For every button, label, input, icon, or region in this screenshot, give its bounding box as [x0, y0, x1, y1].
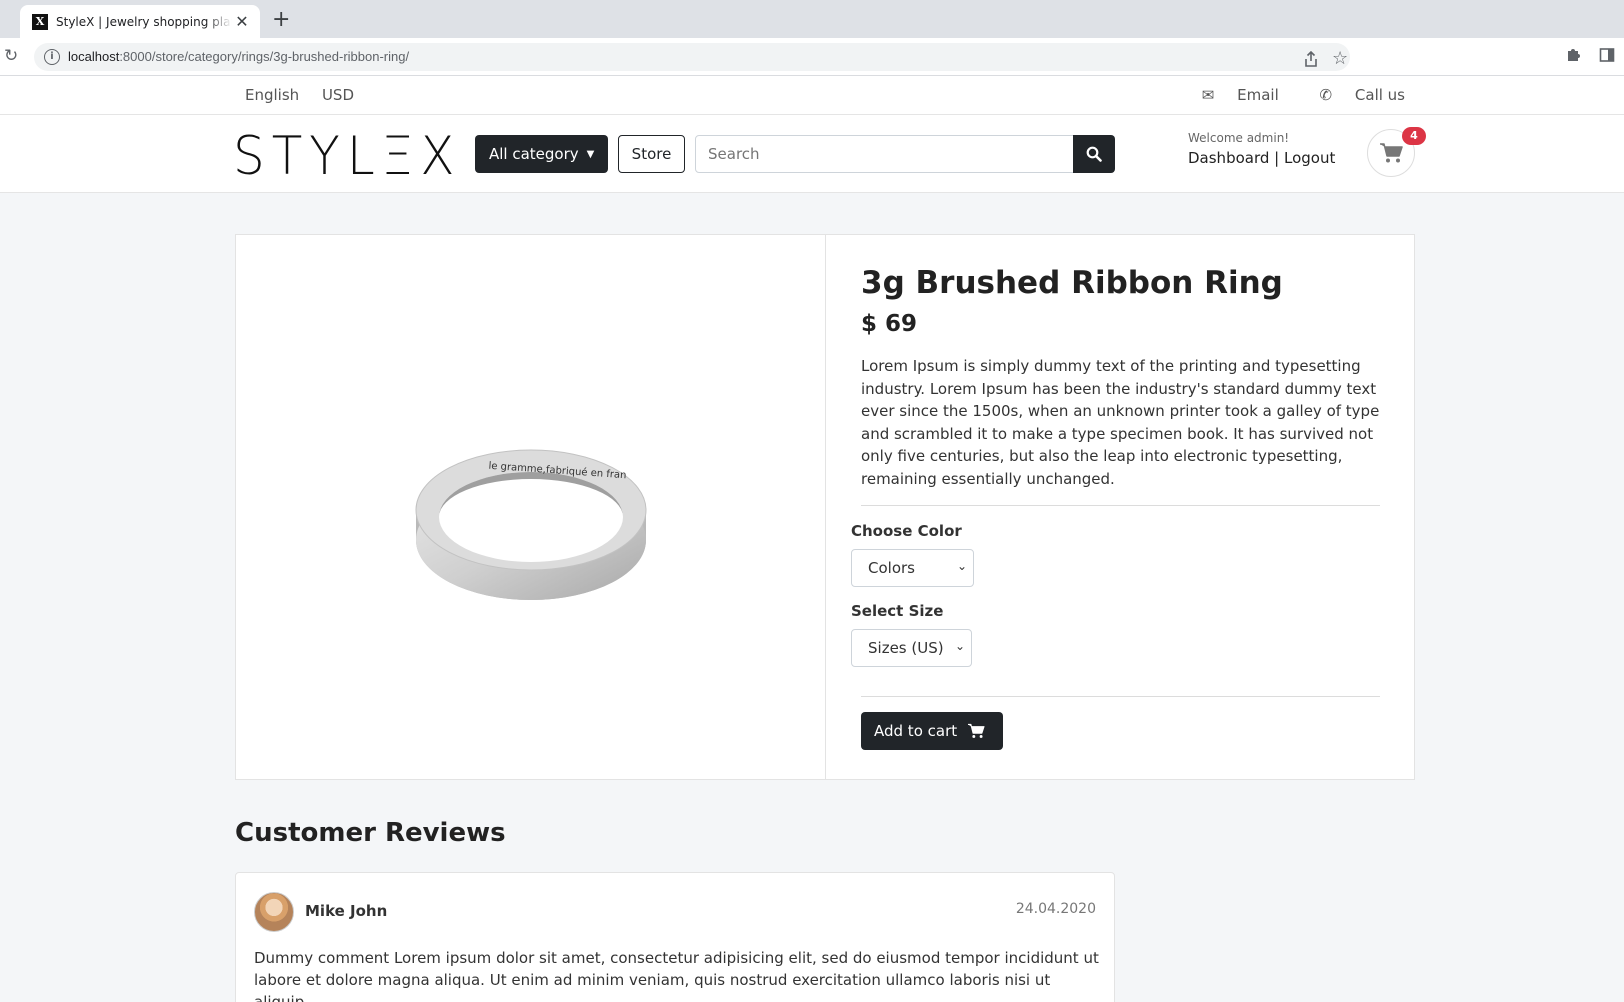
avatar: [254, 892, 294, 932]
email-link[interactable]: ✉ Email: [1184, 86, 1279, 104]
site-header: STYLΞX All category▼ Store Welcome admin…: [0, 115, 1624, 193]
browser-tab[interactable]: X StyleX | Jewelry shopping platform ✕: [20, 5, 260, 38]
reviews-heading: Customer Reviews: [235, 818, 506, 848]
phone-icon: ✆: [1319, 86, 1333, 104]
top-bar: English USD ✉ Email ✆ Call us: [0, 76, 1624, 115]
all-category-button[interactable]: All category ▼: [475, 135, 608, 173]
search-icon: [1086, 146, 1102, 162]
side-panel-icon[interactable]: [1599, 47, 1615, 67]
reload-icon[interactable]: ↻: [4, 46, 18, 66]
call-link[interactable]: ✆ Call us: [1302, 86, 1405, 104]
site-logo[interactable]: STYLΞX: [233, 126, 462, 187]
welcome-text: Welcome admin!: [1188, 131, 1290, 145]
product-description: Lorem Ipsum is simply dummy text of the …: [861, 357, 1380, 488]
review-date: 24.04.2020: [1015, 901, 1096, 917]
color-select[interactable]: Colors ⌄: [851, 549, 974, 587]
divider: [861, 505, 1380, 506]
search-input[interactable]: [695, 135, 1074, 173]
envelope-icon: ✉: [1201, 86, 1215, 104]
new-tab-icon[interactable]: +: [272, 7, 290, 32]
bookmark-star-icon[interactable]: ☆: [1332, 48, 1348, 69]
search-button[interactable]: [1073, 135, 1115, 173]
choose-color-label: Choose Color: [851, 522, 962, 540]
cart-icon: [968, 723, 985, 738]
language-selector[interactable]: English: [245, 86, 299, 104]
chevron-down-icon: ⌄: [954, 639, 965, 653]
extensions-icon[interactable]: [1565, 47, 1581, 67]
product-card: le gramme,fabriqué en fran 3g Brushed Ri…: [235, 234, 1415, 780]
size-select[interactable]: Sizes (US) ⌄: [851, 629, 972, 667]
ring-product-image: le gramme,fabriqué en fran: [415, 449, 647, 601]
select-size-label: Select Size: [851, 602, 944, 620]
tab-title: StyleX | Jewelry shopping platform: [56, 14, 232, 29]
cart-count-badge: 4: [1402, 127, 1426, 145]
site-info-icon[interactable]: i: [44, 49, 60, 65]
product-image-panel: le gramme,fabriqué en fran: [236, 235, 826, 779]
chevron-down-icon: ⌄: [956, 559, 967, 573]
store-button[interactable]: Store: [618, 135, 685, 173]
product-price: $ 69: [861, 311, 918, 337]
product-info-panel: 3g Brushed Ribbon Ring $ 69 Lorem Ipsum …: [826, 235, 1414, 779]
browser-tabstrip: X StyleX | Jewelry shopping platform ✕ +: [0, 0, 1624, 38]
dashboard-logout-links[interactable]: Dashboard | Logout: [1188, 149, 1335, 167]
browser-toolbar: ↻ i localhost:8000/store/category/rings/…: [0, 38, 1624, 76]
close-tab-icon[interactable]: ✕: [234, 12, 250, 31]
share-icon[interactable]: [1304, 50, 1318, 71]
address-bar[interactable]: i localhost:8000/store/category/rings/3g…: [34, 43, 1350, 71]
product-title: 3g Brushed Ribbon Ring: [861, 265, 1283, 301]
add-to-cart-button[interactable]: Add to cart: [861, 712, 1003, 750]
caret-down-icon: ▼: [586, 148, 595, 160]
cart-icon: [1380, 143, 1403, 163]
divider: [861, 696, 1380, 697]
currency-selector[interactable]: USD: [322, 86, 354, 104]
review-text: Dummy comment Lorem ipsum dolor sit amet…: [254, 949, 1099, 1002]
favicon-icon: X: [32, 13, 48, 30]
review-card: Mike John 24.04.2020 Dummy comment Lorem…: [235, 872, 1115, 1002]
reviewer-name: Mike John: [305, 902, 388, 920]
url-text: localhost:8000/store/category/rings/3g-b…: [68, 49, 410, 64]
